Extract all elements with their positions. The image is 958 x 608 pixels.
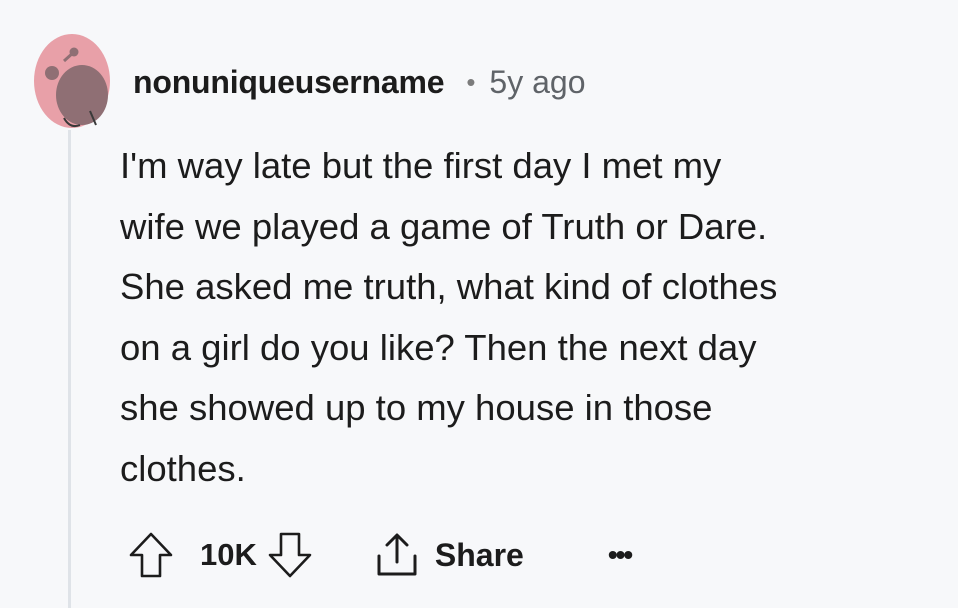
arrow-up-icon bbox=[129, 532, 173, 578]
comment-line: clothes. bbox=[120, 447, 246, 489]
comment-line: on a girl do you like? Then the next day bbox=[120, 326, 757, 368]
arrow-down-icon bbox=[268, 532, 312, 578]
comment-line: wife we played a game of Truth or Dare. bbox=[120, 205, 768, 247]
comment-body: I'm way late but the first day I met my … bbox=[120, 136, 930, 499]
vote-score: 10K bbox=[200, 537, 257, 572]
upvote-button[interactable] bbox=[128, 530, 174, 580]
share-icon bbox=[377, 533, 417, 576]
more-options-icon[interactable]: ••• bbox=[608, 541, 633, 569]
thread-line[interactable] bbox=[68, 130, 71, 608]
share-label: Share bbox=[434, 536, 524, 573]
comment-header: nonuniqueusername • 5y ago bbox=[133, 58, 586, 106]
avatar[interactable] bbox=[34, 33, 110, 129]
separator-dot: • bbox=[466, 66, 476, 97]
comment-line: She asked me truth, what kind of clothes bbox=[120, 266, 778, 307]
action-bar: 10K Share ••• bbox=[128, 527, 633, 583]
comment-card: nonuniqueusername • 5y ago I'm way late … bbox=[0, 0, 958, 608]
snoo-avatar-icon bbox=[34, 34, 110, 128]
share-button[interactable]: Share bbox=[375, 532, 524, 578]
comment-line: I'm way late but the first day I met my bbox=[120, 145, 722, 186]
comment-line: she showed up to my house in those bbox=[120, 387, 713, 428]
downvote-button[interactable] bbox=[267, 530, 313, 580]
username-link[interactable]: nonuniqueusername bbox=[133, 64, 445, 101]
timestamp[interactable]: 5y ago bbox=[489, 64, 585, 101]
